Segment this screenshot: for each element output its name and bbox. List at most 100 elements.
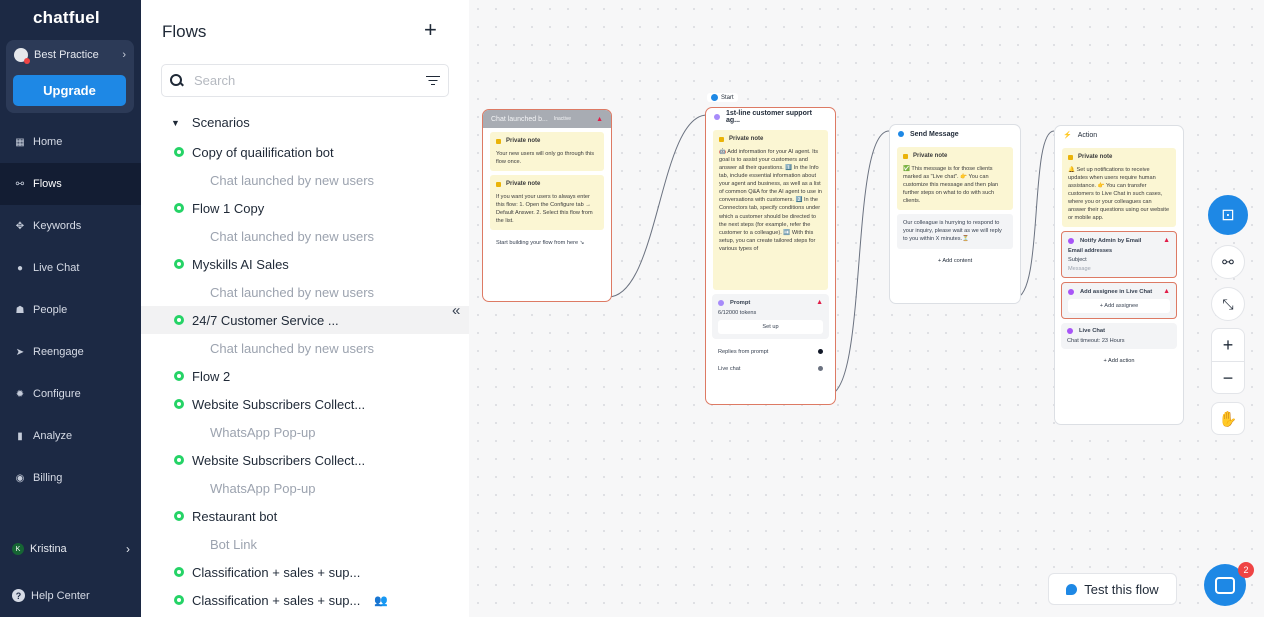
node-header: 1st-line customer support ag... [706, 108, 835, 126]
flow-trigger: WhatsApp Pop-up [210, 424, 316, 440]
note-title: Private note [903, 152, 1007, 161]
flow-canvas[interactable]: Start Chat launched b... Inactive ▲ Priv… [469, 0, 1264, 617]
whatsapp-icon [174, 147, 184, 157]
node-title: Chat launched b... [491, 115, 548, 123]
private-note: Private note If you want your users to a… [490, 174, 604, 231]
upgrade-button[interactable]: Upgrade [13, 75, 126, 106]
action-node[interactable]: ⚡ Action Private note 🔔 Set up notificat… [1054, 125, 1184, 425]
chatfuel-logo[interactable]: chatfuel [33, 8, 100, 28]
test-flow-label: Test this flow [1084, 581, 1159, 597]
private-note: Private note Your new users will only go… [490, 132, 604, 171]
nav-item-billing[interactable]: ◉ Billing [0, 457, 141, 499]
nav-item-home[interactable]: ▦ Home [0, 121, 141, 163]
whatsapp-icon [174, 371, 184, 381]
flow-trigger: Chat launched by new users [210, 172, 375, 188]
list-item[interactable]: Classification + sales + sup... 👥 [141, 586, 469, 614]
flow-name: Classification + sales + sup... [192, 592, 361, 608]
arrange-button[interactable]: ⚯ [1211, 245, 1245, 279]
prompt-card[interactable]: Prompt ▲ 6/12000 tokens Set up [712, 294, 829, 339]
send-message-node[interactable]: Send Message Private note ✅ This message… [889, 124, 1021, 304]
live-chat-icon [1067, 328, 1073, 335]
flow-name: Website Subscribers Collect... [192, 396, 366, 412]
start-building-link[interactable]: Start building your flow from here ↘ [490, 234, 604, 253]
account-name: Best Practice [34, 49, 99, 61]
nav-item-live-chat[interactable]: ● Live Chat [0, 247, 141, 289]
shared-users-icon: 👥 [374, 594, 389, 607]
list-item[interactable]: Copy of quailification bot Chat launched… [141, 138, 469, 194]
whatsapp-icon [174, 511, 184, 521]
nav-item-reengage[interactable]: ➤ Reengage [0, 331, 141, 373]
add-content-button[interactable]: + Add content [890, 253, 1020, 269]
search-input[interactable] [194, 73, 426, 88]
flow-name: Restaurant bot [192, 508, 278, 524]
test-flow-button[interactable]: Test this flow [1048, 573, 1177, 605]
nav-item-label: Reengage [33, 346, 84, 358]
zoom-out-button[interactable]: − [1212, 362, 1244, 395]
flow-name: Copy of quailification bot [192, 144, 334, 160]
nav-item-label: Live Chat [33, 262, 80, 274]
nav-item-keywords[interactable]: ✥ Keywords [0, 205, 141, 247]
list-item[interactable]: Website Subscribers Collect... WhatsApp … [141, 390, 469, 446]
list-item[interactable]: Flow 2 [141, 362, 469, 390]
account-avatar-icon [14, 48, 30, 64]
notification-badge: 2 [1238, 562, 1254, 578]
flow-name: Classification + sales + sup... [192, 564, 361, 580]
comment-tool-button[interactable]: ⊡ [1208, 195, 1248, 235]
list-item[interactable]: Classification + sales + sup... [141, 558, 469, 586]
list-item[interactable]: Myskills AI Sales Chat launched by new u… [141, 250, 469, 306]
filter-icon[interactable] [426, 75, 440, 86]
live-chat-icon: ● [16, 262, 24, 274]
list-item[interactable]: Website Subscribers Collect... WhatsApp … [141, 446, 469, 502]
whatsapp-icon [174, 455, 184, 465]
list-item-active[interactable]: 24/7 Customer Service ... [141, 306, 469, 334]
prompt-tokens: 6/12000 tokens [718, 310, 757, 316]
setup-button[interactable]: Set up [718, 320, 823, 334]
account-card: Best Practice › Upgrade [6, 40, 134, 113]
info-icon [818, 349, 823, 354]
node-title: 1st-line customer support ag... [725, 110, 812, 124]
zoom-in-button[interactable]: + [1212, 329, 1244, 362]
note-text: If you want your users to always enter t… [496, 193, 593, 224]
message-field[interactable]: Message [1068, 266, 1170, 272]
zoom-controls: + − [1211, 328, 1245, 394]
keywords-icon: ✥ [15, 220, 25, 232]
add-assignee-card[interactable]: Add assignee in Live Chat ▲ + Add assigne… [1061, 282, 1177, 320]
list-item-trigger-row: Chat launched by new users [141, 334, 469, 362]
whatsapp-icon [174, 399, 184, 409]
pan-tool-button[interactable]: ✋ [1211, 402, 1245, 435]
nav-item-flows[interactable]: ⚯ Flows [0, 163, 141, 205]
help-center-link[interactable]: ? Help Center [12, 589, 90, 602]
subject-field[interactable]: Subject [1068, 257, 1170, 263]
trigger-node[interactable]: Chat launched b... Inactive ▲ Private no… [482, 109, 612, 302]
start-label: Start [707, 93, 738, 102]
collapse-panel-icon[interactable]: « [452, 302, 460, 319]
private-note: Private note ✅ This message is for those… [897, 147, 1013, 211]
add-action-button[interactable]: + Add action [1055, 353, 1183, 369]
flow-name: Flow 2 [192, 368, 231, 384]
nav-item-people[interactable]: ☗ People [0, 289, 141, 331]
live-chat-card[interactable]: Live Chat Chat timeout: 23 Hours [1061, 323, 1177, 350]
warning-icon: ▲ [596, 115, 603, 123]
user-menu[interactable]: K Kristina › [12, 542, 130, 556]
flow-trigger: Bot Link [210, 536, 257, 552]
note-title: Private note [719, 135, 822, 144]
notify-admin-card[interactable]: Notify Admin by Email ▲ Email addresses S… [1061, 231, 1177, 279]
list-item[interactable]: Restaurant bot Bot Link [141, 502, 469, 558]
add-assignee-button[interactable]: + Add assignee [1068, 299, 1170, 314]
nav-item-analyze[interactable]: ▮ Analyze [0, 415, 141, 457]
group-scenarios[interactable]: ▼ Scenarios [171, 115, 250, 130]
flow-name: Flow 1 Copy [192, 200, 265, 216]
livechat-connector[interactable]: Live chat [706, 360, 835, 377]
assignee-icon [1068, 288, 1074, 295]
flows-title: Flows [162, 22, 207, 41]
add-flow-button[interactable]: + [424, 19, 437, 41]
reply-connector[interactable]: Replies from prompt [706, 343, 835, 360]
fit-view-button[interactable]: ⤡ [1211, 287, 1245, 321]
list-item[interactable]: Flow 1 Copy Chat launched by new users [141, 194, 469, 250]
ai-agent-node[interactable]: 1st-line customer support ag... Private … [705, 107, 836, 405]
nav-item-configure[interactable]: ✹ Configure [0, 373, 141, 415]
message-text[interactable]: Our colleague is hurrying to respond to … [897, 214, 1013, 249]
account-switcher[interactable]: Best Practice › [14, 46, 126, 64]
email-field-label: Email addresses [1068, 248, 1113, 255]
chevron-right-icon: › [122, 49, 126, 61]
